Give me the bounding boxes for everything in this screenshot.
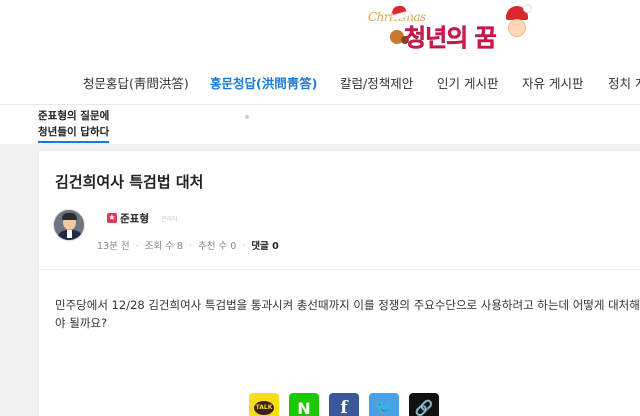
kakaotalk-share-button[interactable]: TALK [249,393,279,416]
kakaotalk-icon: TALK [254,401,274,415]
recommend-count: 추천 수 0 [197,241,237,252]
facebook-icon: f [340,398,348,416]
share-bar: TALK N f 🐦 🔗 [249,393,449,416]
site-logo[interactable]: Christmas 청년의 꿈 [364,2,534,52]
author-avatar[interactable] [53,209,85,241]
board-subtitle-line1: 준표형의 질문에 [38,110,110,122]
dot-icon [245,115,249,119]
post-card: 김건희여사 특검법 대처 ★ 준표형 관리자 13분 전 · 조회 수 8 · 추천 수… [38,150,640,416]
nav-item-cheongmun-hongdap[interactable]: 청문홍답(靑問洪答) [83,73,189,92]
nav-item-free-board[interactable]: 자유 게시판 [522,73,583,92]
nav-item-popular-board[interactable]: 인기 게시판 [437,73,498,92]
twitter-icon: 🐦 [375,400,393,416]
logo-main-text: 청년의 꿈 [404,24,497,53]
author-name[interactable]: 준표형 [120,211,149,226]
comment-count[interactable]: 댓글 0 [251,241,278,252]
board-subtitle: 준표형의 질문에 청년들이 답하다 [38,108,110,143]
nav-item-politics-board[interactable]: 정치 게 [608,73,640,92]
nav-item-column-policy[interactable]: 칼럼/정책제안 [340,73,413,92]
naver-icon: N [297,398,311,416]
nav-item-hongmun-cheongdap[interactable]: 홍문청답(洪問靑答) [210,73,317,92]
twitter-share-button[interactable]: 🐦 [369,393,399,416]
post-meta: 13분 전 · 조회 수 8 · 추천 수 0 · 댓글 0 [97,241,279,252]
nav-divider [0,104,640,105]
santa-hat-icon [390,4,408,18]
main-nav: 청문홍답(靑問洪答) 홍문청답(洪問靑答) 칼럼/정책제안 인기 게시판 자유 … [0,64,640,98]
santa-icon [504,4,532,42]
naver-share-button[interactable]: N [289,393,319,416]
facebook-share-button[interactable]: f [329,393,359,416]
author-badge-icon: ★ [107,213,117,223]
post-divider [39,269,640,270]
board-subtitle-line2: 청년들이 답하다 [38,124,110,143]
post-title: 김건희여사 특검법 대처 [55,173,204,191]
view-count: 조회 수 8 [144,241,183,252]
copy-link-button[interactable]: 🔗 [409,393,439,416]
post-time: 13분 전 [97,241,130,252]
author-role: 관리자 [161,216,178,223]
link-icon: 🔗 [414,399,434,416]
post-body: 민주당에서 12/28 김건희여사 특검법을 통과시켜 총선때까지 이를 정쟁의… [55,298,640,330]
